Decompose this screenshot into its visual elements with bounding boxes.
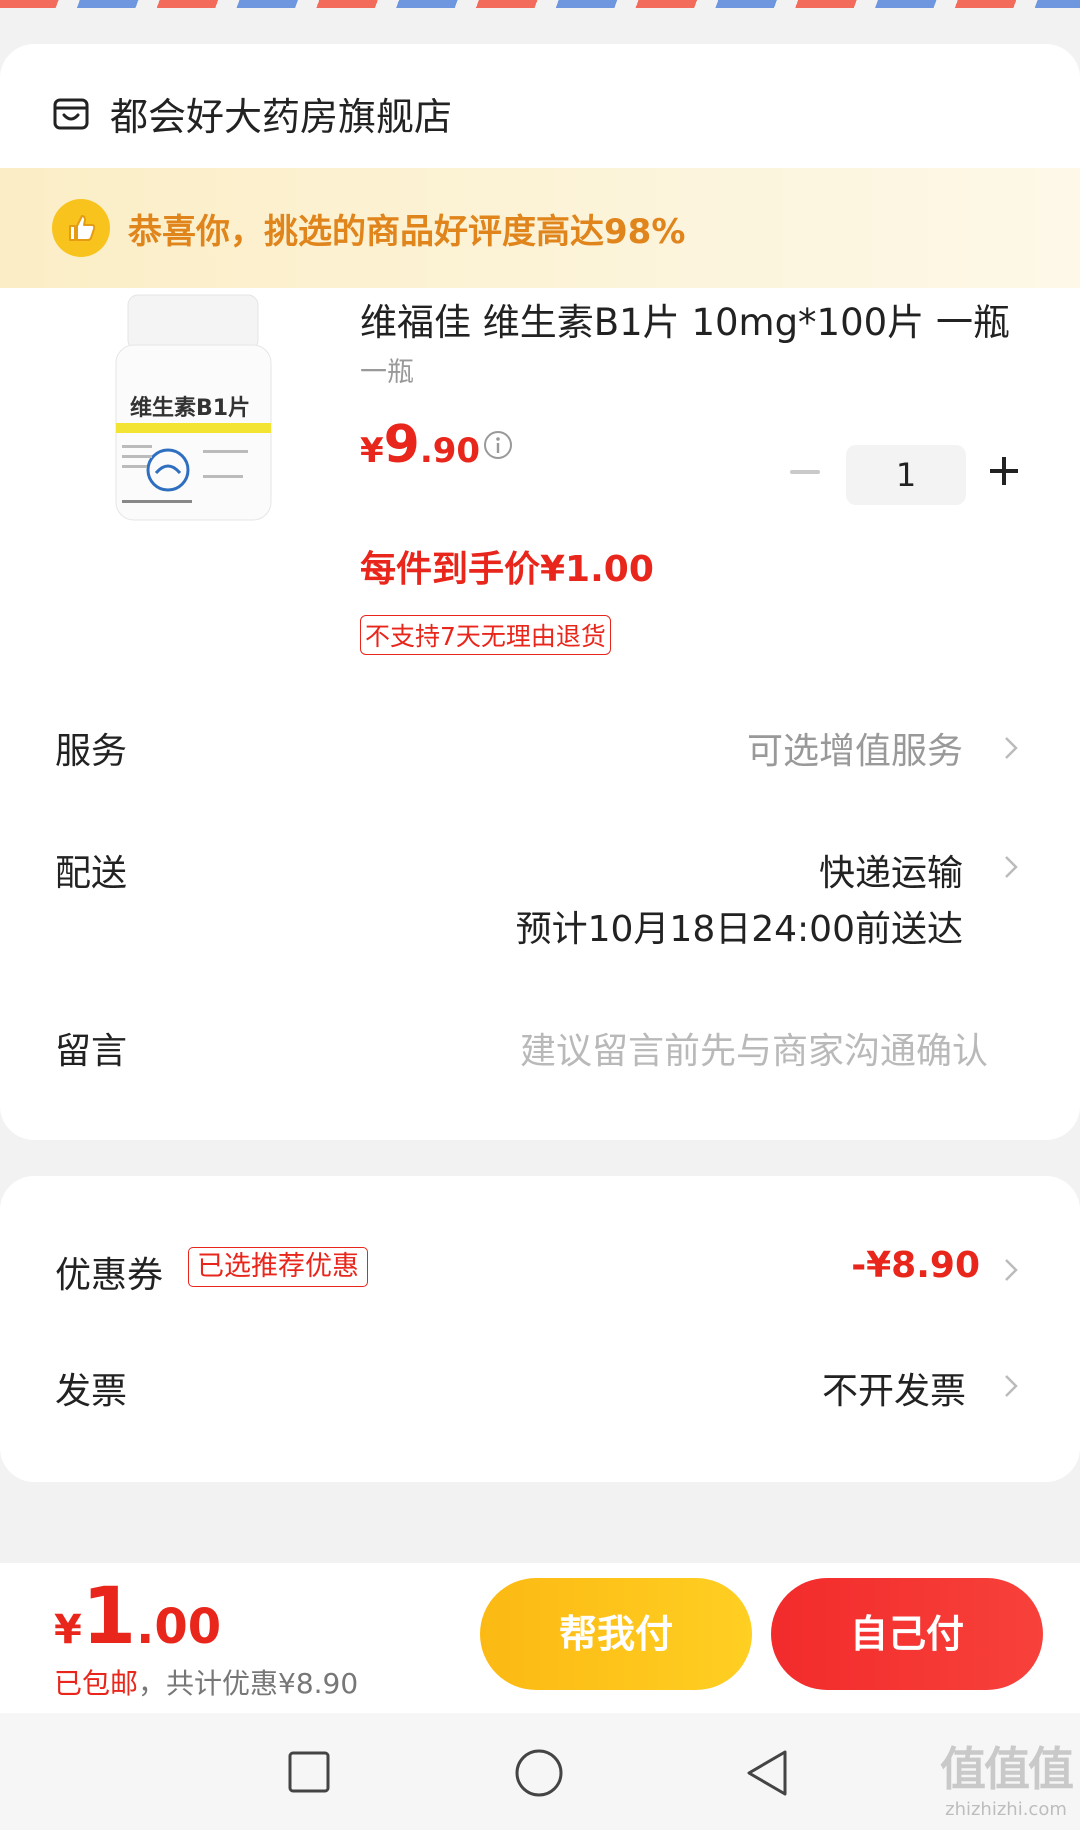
message-label: 留言	[55, 1031, 128, 1072]
shop-name: 都会好大药房旗舰店	[110, 95, 453, 139]
thumbs-up-icon	[52, 199, 110, 257]
price-decimal: .90	[419, 431, 481, 471]
praise-text: 恭喜你，挑选的商品好评度高达98%	[128, 211, 686, 252]
praise-banner: 恭喜你，挑选的商品好评度高达98%	[0, 168, 1080, 288]
watermark: 值值值 zhizhizhi.com	[940, 1733, 1074, 1820]
chevron-right-icon[interactable]	[1004, 736, 1018, 760]
chevron-right-icon[interactable]	[1004, 1258, 1018, 1282]
shipping-text: 已包邮	[54, 1667, 139, 1700]
service-value[interactable]: 可选增值服务	[747, 722, 963, 774]
no-return-tag: 不支持7天无理由退货	[360, 615, 611, 655]
help-pay-button[interactable]: 帮我付	[480, 1578, 752, 1690]
coupon-value[interactable]: -¥8.90	[851, 1245, 980, 1286]
recent-apps-icon[interactable]	[287, 1750, 331, 1794]
product-title[interactable]: 维福佳 维生素B1片 10mg*100片 一瓶	[360, 292, 1010, 346]
bottle-label: 维生素B1片	[130, 395, 250, 421]
chevron-right-icon[interactable]	[1004, 1374, 1018, 1398]
discount-card	[0, 1176, 1080, 1482]
chevron-right-icon[interactable]	[1004, 855, 1018, 879]
watermark-logo: 值值值	[940, 1742, 1074, 1796]
total-integer: 1	[81, 1572, 137, 1662]
delivery-eta: 预计10月18日24:00前送达	[515, 909, 963, 950]
service-label: 服务	[55, 731, 128, 772]
shop-icon	[53, 98, 89, 129]
airmail-border	[0, 0, 1080, 8]
system-nav-bar: 值值值 zhizhizhi.com	[0, 1713, 1080, 1830]
hand-price: 每件到手价¥1.00	[360, 549, 654, 590]
delivery-label: 配送	[55, 853, 128, 894]
self-pay-button[interactable]: 自己付	[771, 1578, 1043, 1690]
quantity-decrease-button[interactable]	[790, 470, 820, 474]
price-integer: 9	[383, 415, 420, 475]
discount-text: ，共计优惠¥8.90	[138, 1667, 359, 1700]
coupon-badge: 已选推荐优惠	[188, 1247, 368, 1287]
invoice-value[interactable]: 不开发票	[822, 1362, 966, 1414]
invoice-label: 发票	[55, 1371, 128, 1412]
back-icon[interactable]	[745, 1748, 791, 1798]
shop-header[interactable]: 都会好大药房旗舰店	[52, 86, 452, 141]
total-decimal: .00	[136, 1599, 222, 1655]
product-spec: 一瓶	[360, 357, 414, 388]
price-currency: ¥	[360, 431, 384, 471]
product-price: ¥9.90	[360, 415, 480, 475]
total-summary: 已包邮，共计优惠¥8.90	[54, 1662, 358, 1702]
info-icon[interactable]	[483, 430, 513, 460]
message-input[interactable]: 建议留言前先与商家沟通确认	[520, 1022, 988, 1074]
home-icon[interactable]	[514, 1748, 564, 1798]
coupon-label: 优惠券	[55, 1255, 164, 1296]
watermark-url: zhizhizhi.com	[945, 1799, 1067, 1820]
total-price: ¥1.00	[54, 1572, 221, 1662]
total-currency: ¥	[54, 1607, 82, 1653]
product-image[interactable]: 维生素B1片	[98, 285, 288, 605]
delivery-value[interactable]: 快递运输	[819, 844, 963, 896]
quantity-input[interactable]: 1	[846, 445, 966, 505]
quantity-increase-button[interactable]	[988, 455, 1020, 487]
